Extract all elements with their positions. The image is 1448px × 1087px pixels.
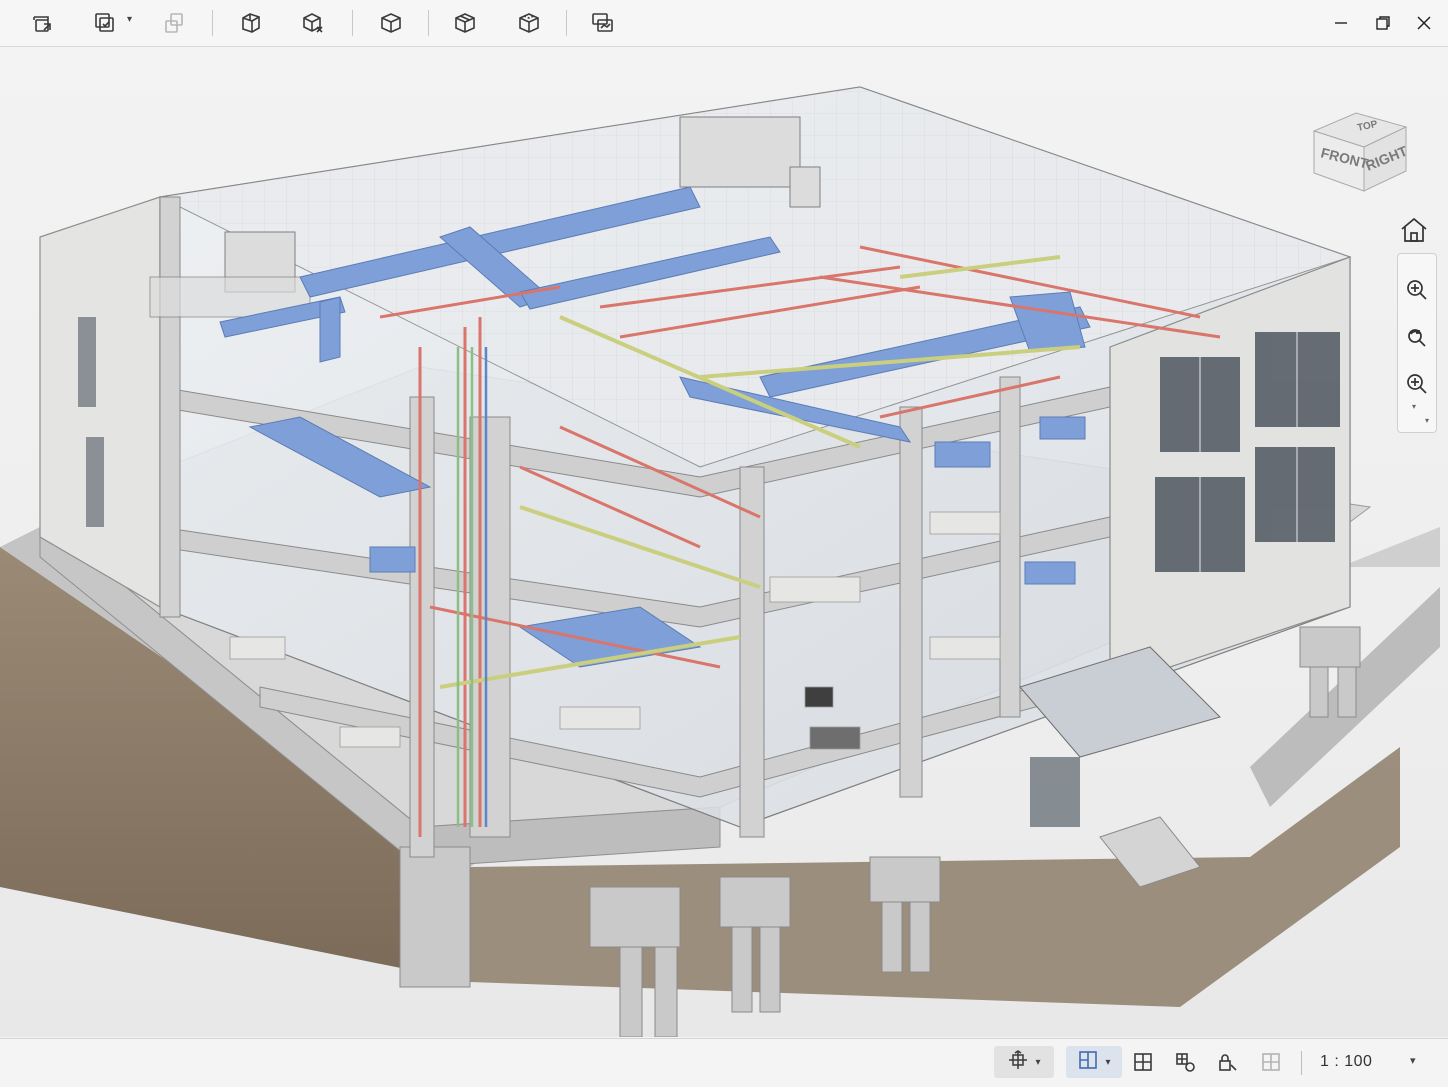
chevron-down-icon[interactable]: ▾: [1412, 402, 1416, 411]
view-control-bar: ▾ ▾ 1 : 100 ▾: [0, 1038, 1448, 1087]
crop-region-icon: [1256, 1046, 1286, 1078]
visual-style-button[interactable]: ▾: [994, 1046, 1054, 1078]
cube-outline-icon[interactable]: [374, 7, 408, 39]
copy-view-icon[interactable]: [88, 7, 122, 39]
maximize-icon[interactable]: [1368, 9, 1398, 37]
orbit-icon[interactable]: [1401, 322, 1433, 354]
close-icon[interactable]: [1409, 9, 1439, 37]
top-toolbar: ▾: [0, 0, 1448, 47]
minimize-icon[interactable]: [1326, 9, 1356, 37]
view-layout-icon: [1077, 1049, 1099, 1076]
linked-element-icon[interactable]: [1170, 1046, 1200, 1078]
3d-viewport[interactable]: TOP FRONT RIGHT ▾ ▾: [0, 47, 1448, 1037]
tile-views-icon[interactable]: [1128, 1046, 1158, 1078]
linked-views-icon: [157, 7, 191, 39]
toolbar-divider: [212, 10, 213, 36]
navigation-bar: ▾ ▾: [1397, 253, 1437, 433]
section-box-icon[interactable]: [234, 7, 268, 39]
visual-style-icon: [1007, 1049, 1029, 1076]
view-scale-value[interactable]: 1 : 100: [1320, 1053, 1372, 1071]
cube-solid-edges-icon[interactable]: [448, 7, 482, 39]
print-preview-icon[interactable]: [26, 7, 60, 39]
chevron-down-icon[interactable]: ▾: [127, 14, 132, 25]
layered-view-icon[interactable]: [586, 7, 620, 39]
zoom-region-icon[interactable]: [1401, 368, 1433, 400]
cube-hidden-line-icon[interactable]: [512, 7, 546, 39]
lock-view-icon[interactable]: [1212, 1046, 1242, 1078]
chevron-down-icon[interactable]: ▾: [1410, 1054, 1416, 1067]
toolbar-divider: [428, 10, 429, 36]
navbar-options-icon[interactable]: ▾: [1425, 416, 1429, 425]
home-icon[interactable]: [1396, 212, 1432, 248]
building-model-render: [0, 86, 1440, 1037]
toolbar-divider: [352, 10, 353, 36]
zoom-in-icon[interactable]: [1401, 274, 1433, 306]
viewcube[interactable]: TOP FRONT RIGHT: [1308, 87, 1414, 197]
chevron-down-icon: ▾: [1105, 1056, 1111, 1068]
view-layout-button[interactable]: ▾: [1066, 1046, 1122, 1078]
chevron-down-icon: ▾: [1035, 1056, 1041, 1068]
statusbar-divider: [1301, 1051, 1302, 1075]
toolbar-divider: [566, 10, 567, 36]
isolate-cube-icon[interactable]: [296, 7, 330, 39]
